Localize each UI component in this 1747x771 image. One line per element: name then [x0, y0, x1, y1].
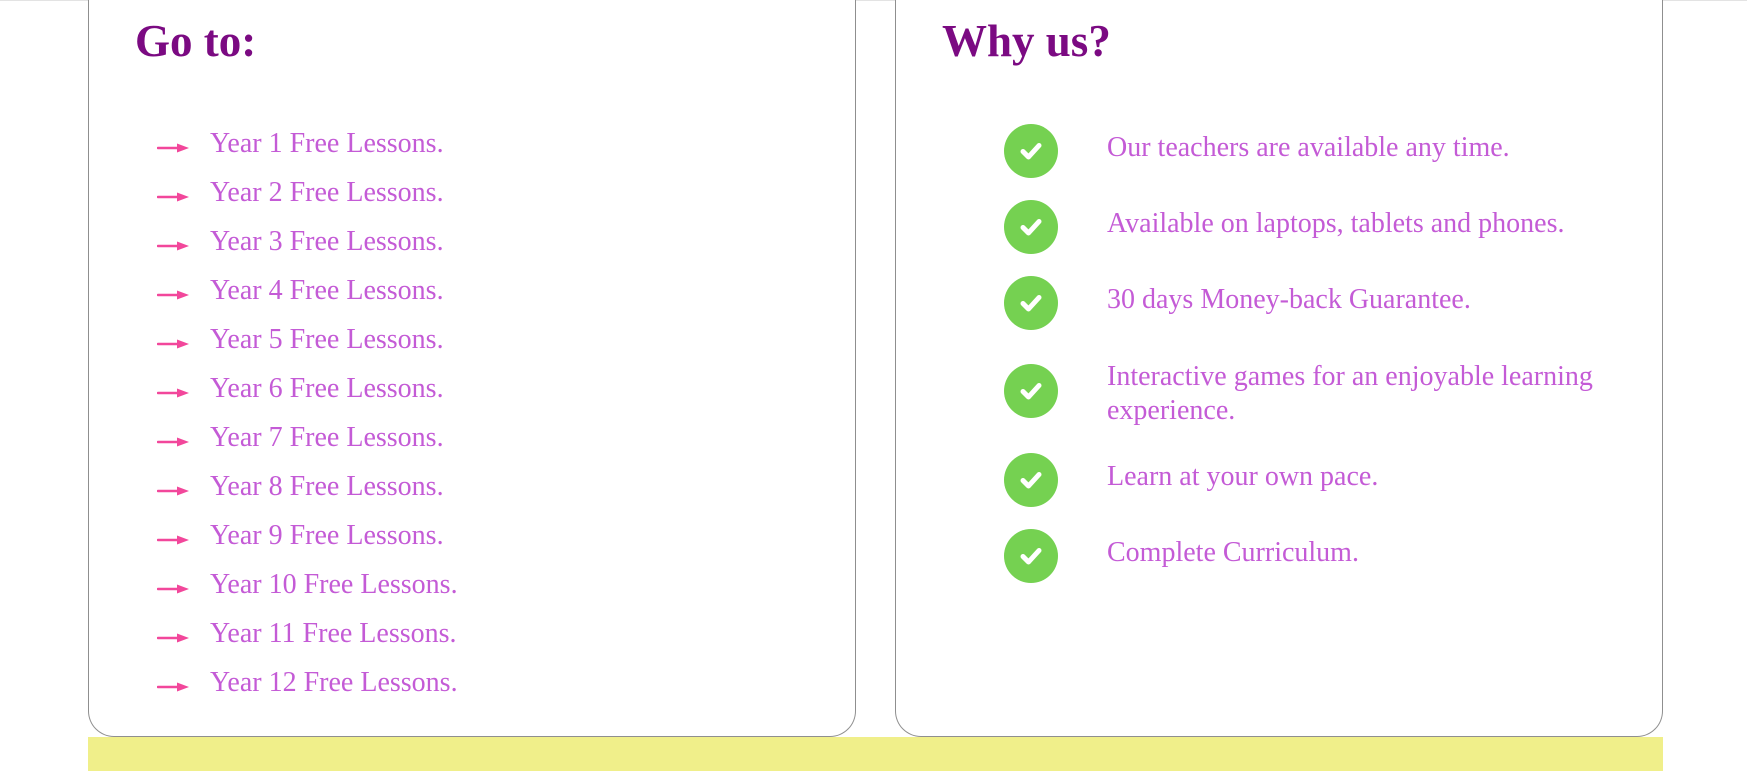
lesson-link[interactable]: Year 11 Free Lessons.: [210, 614, 457, 654]
arrow-right-icon: [157, 290, 189, 300]
check-circle-icon: [1004, 276, 1058, 330]
arrow-right-icon: [157, 486, 189, 496]
goto-heading: Go to:: [135, 16, 257, 66]
check-circle-icon: [1004, 200, 1058, 254]
arrow-right-icon: [157, 584, 189, 594]
check-circle-icon: [1004, 124, 1058, 178]
lesson-link[interactable]: Year 2 Free Lessons.: [210, 173, 444, 213]
lesson-link[interactable]: Year 7 Free Lessons.: [210, 418, 444, 458]
goto-panel: Go to: Year 1 Free Lessons. Year 2 Free L…: [88, 0, 856, 737]
lesson-link[interactable]: Year 12 Free Lessons.: [210, 663, 458, 703]
arrow-right-icon: [157, 682, 189, 692]
lesson-link[interactable]: Year 9 Free Lessons.: [210, 516, 444, 556]
lesson-link[interactable]: Year 3 Free Lessons.: [210, 222, 444, 262]
feature-text: Our teachers are available any time.: [1107, 132, 1510, 163]
check-circle-icon: [1004, 529, 1058, 583]
why-us-panel: Why us? Our teachers are available any t…: [895, 0, 1663, 737]
check-circle-icon: [1004, 364, 1058, 418]
arrow-right-icon: [157, 535, 189, 545]
feature-text: Interactive games for an enjoyable learn…: [1107, 361, 1593, 426]
feature-text: Available on laptops, tablets and phones…: [1107, 208, 1565, 239]
lesson-link[interactable]: Year 5 Free Lessons.: [210, 320, 444, 360]
arrow-right-icon: [157, 388, 189, 398]
arrow-right-icon: [157, 633, 189, 643]
lesson-link[interactable]: Year 4 Free Lessons.: [210, 271, 444, 311]
lesson-link[interactable]: Year 1 Free Lessons.: [210, 124, 444, 164]
lesson-link[interactable]: Year 6 Free Lessons.: [210, 369, 444, 409]
arrow-right-icon: [157, 437, 189, 447]
lesson-link[interactable]: Year 10 Free Lessons.: [210, 565, 458, 605]
arrow-right-icon: [157, 339, 189, 349]
check-circle-icon: [1004, 453, 1058, 507]
lesson-link[interactable]: Year 8 Free Lessons.: [210, 467, 444, 507]
feature-text: 30 days Money-back Guarantee.: [1107, 284, 1471, 315]
footer-band: [88, 737, 1663, 771]
feature-text: Complete Curriculum.: [1107, 537, 1359, 568]
feature-text: Learn at your own pace.: [1107, 461, 1379, 492]
arrow-right-icon: [157, 192, 189, 202]
arrow-right-icon: [157, 143, 189, 153]
arrow-right-icon: [157, 241, 189, 251]
why-us-heading: Why us?: [942, 16, 1111, 66]
